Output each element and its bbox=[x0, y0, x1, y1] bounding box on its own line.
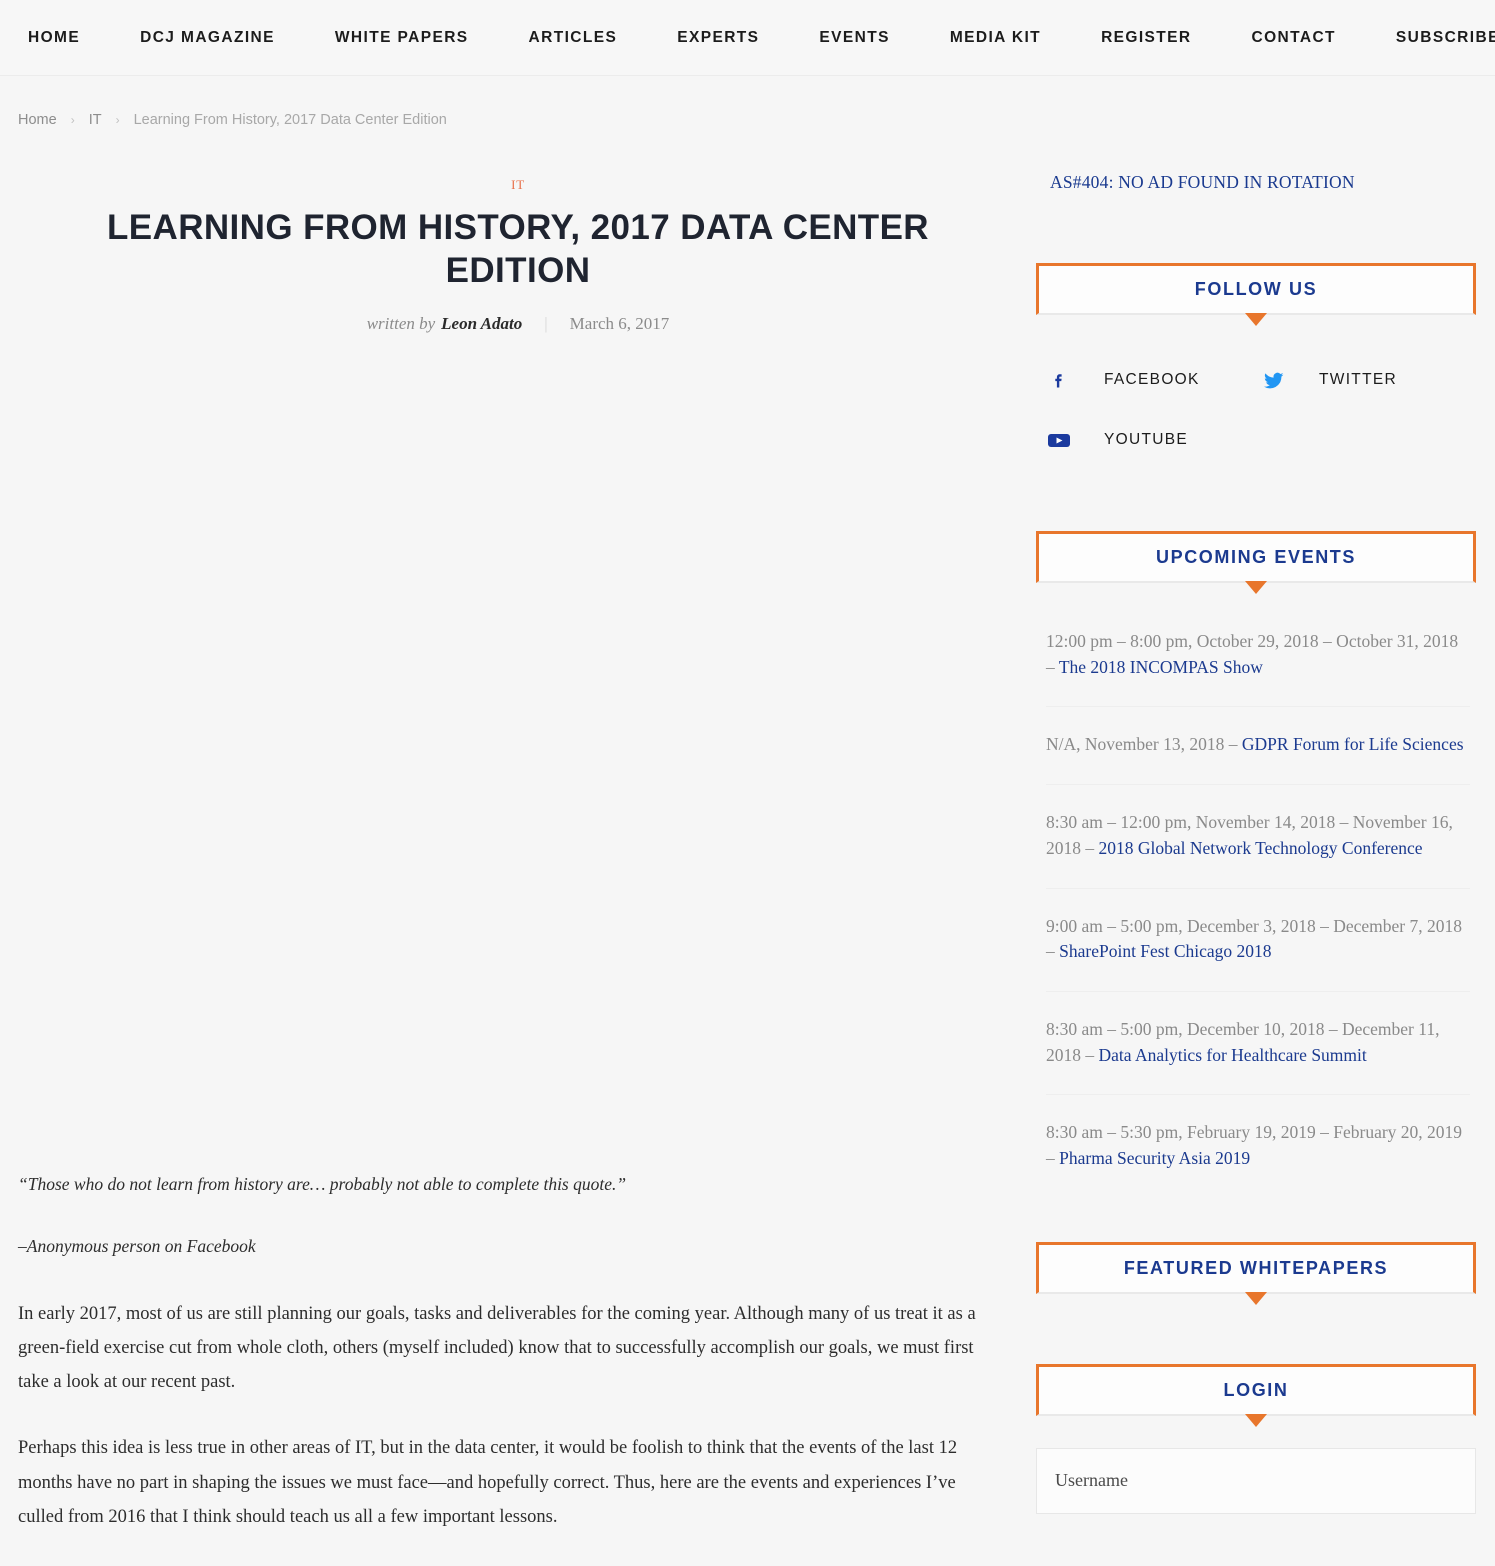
article-pull-quote: “Those who do not learn from history are… bbox=[18, 1174, 627, 1195]
nav-item-experts[interactable]: EXPERTS bbox=[647, 29, 789, 47]
nav-item-media-kit[interactable]: MEDIA KIT bbox=[920, 29, 1071, 47]
widget-title: FEATURED WHITEPAPERS bbox=[1123, 1257, 1389, 1278]
event-title-link[interactable]: Pharma Security Asia 2019 bbox=[1059, 1148, 1250, 1168]
nav-item-subscribe[interactable]: SUBSCRIBE bbox=[1366, 29, 1495, 47]
article-header: IT LEARNING FROM HISTORY, 2017 DATA CENT… bbox=[18, 132, 1018, 334]
social-links-grid: FACEBOOK TWITTER YOUTUBE bbox=[1036, 347, 1476, 487]
list-item: 8:30 am – 12:00 pm, November 14, 2018 – … bbox=[1046, 788, 1470, 889]
byline-divider: | bbox=[544, 314, 548, 334]
widget-arrow-icon bbox=[1245, 313, 1267, 326]
article-category-wrap: IT bbox=[18, 176, 1018, 207]
article-feature-image-area bbox=[18, 334, 1018, 1170]
event-datetime: N/A, November 13, 2018 – bbox=[1046, 734, 1242, 755]
social-link-youtube[interactable]: YOUTUBE bbox=[1046, 427, 1261, 453]
ad-rotation-notice[interactable]: AS#404: NO AD FOUND IN ROTATION bbox=[1036, 172, 1476, 193]
nav-item-events[interactable]: EVENTS bbox=[789, 29, 919, 47]
widget-body bbox=[1036, 1416, 1476, 1514]
byline-written-by-label: written by bbox=[366, 314, 436, 334]
breadcrumb-item-it[interactable]: IT bbox=[89, 112, 102, 128]
widget-body: FACEBOOK TWITTER YOUTUBE bbox=[1036, 315, 1476, 487]
widget-follow-us: FOLLOW US FACEBOOK TWITTER YOUTUBE bbox=[1036, 263, 1476, 487]
breadcrumb-item-home[interactable]: Home bbox=[18, 112, 57, 128]
twitter-icon bbox=[1261, 367, 1287, 393]
page-title: LEARNING FROM HISTORY, 2017 DATA CENTER … bbox=[107, 208, 929, 290]
social-link-facebook[interactable]: FACEBOOK bbox=[1046, 367, 1261, 393]
list-item: 12:00 pm – 8:00 pm, October 29, 2018 – O… bbox=[1046, 629, 1470, 708]
byline-author[interactable]: Leon Adato bbox=[441, 314, 522, 334]
breadcrumb-separator: › bbox=[70, 113, 75, 127]
page-layout: IT LEARNING FROM HISTORY, 2017 DATA CENT… bbox=[0, 132, 1495, 1566]
widget-login: LOGIN bbox=[1036, 1363, 1476, 1514]
article-paragraph: In early 2017, most of us are still plan… bbox=[18, 1303, 976, 1393]
facebook-icon bbox=[1046, 367, 1072, 393]
main-navigation: HOME DCJ MAGAZINE WHITE PAPERS ARTICLES … bbox=[0, 0, 1495, 76]
social-link-twitter[interactable]: TWITTER bbox=[1261, 367, 1476, 393]
article-content: IT LEARNING FROM HISTORY, 2017 DATA CENT… bbox=[18, 132, 1018, 1566]
widget-title: FOLLOW US bbox=[1194, 279, 1318, 299]
widget-upcoming-events: UPCOMING EVENTS 12:00 pm – 8:00 pm, Octo… bbox=[1036, 531, 1476, 1198]
nav-list: HOME DCJ MAGAZINE WHITE PAPERS ARTICLES … bbox=[20, 29, 1495, 47]
event-title-link[interactable]: SharePoint Fest Chicago 2018 bbox=[1059, 941, 1271, 961]
article-category-label[interactable]: IT bbox=[511, 177, 525, 193]
sidebar: AS#404: NO AD FOUND IN ROTATION FOLLOW U… bbox=[1036, 132, 1476, 1558]
event-title-link[interactable]: The 2018 INCOMPAS Show bbox=[1059, 657, 1263, 677]
breadcrumb-separator: › bbox=[115, 113, 120, 127]
breadcrumb-item-current: Learning From History, 2017 Data Center … bbox=[133, 112, 447, 128]
list-item: 8:30 am – 5:30 pm, February 19, 2019 – F… bbox=[1046, 1098, 1470, 1197]
article-quote-attribution: –Anonymous person on Facebook bbox=[18, 1236, 256, 1257]
widget-featured-whitepapers: FEATURED WHITEPAPERS bbox=[1036, 1241, 1476, 1320]
social-link-label: YOUTUBE bbox=[1104, 431, 1189, 448]
event-list: 12:00 pm – 8:00 pm, October 29, 2018 – O… bbox=[1036, 615, 1476, 1198]
event-title-link[interactable]: Data Analytics for Healthcare Summit bbox=[1099, 1045, 1367, 1065]
widget-arrow-icon bbox=[1245, 1413, 1267, 1427]
widget-header: FOLLOW US bbox=[1036, 263, 1476, 326]
widget-arrow-icon bbox=[1245, 1291, 1267, 1305]
widget-header: LOGIN bbox=[1036, 1363, 1476, 1427]
widget-header: UPCOMING EVENTS bbox=[1036, 531, 1476, 594]
nav-item-contact[interactable]: CONTACT bbox=[1222, 29, 1366, 47]
widget-title: LOGIN bbox=[1223, 1379, 1289, 1400]
nav-item-articles[interactable]: ARTICLES bbox=[499, 29, 648, 47]
widget-title: UPCOMING EVENTS bbox=[1155, 547, 1357, 567]
article-byline: written by Leon Adato | March 6, 2017 bbox=[18, 314, 1018, 334]
event-title-link[interactable]: GDPR Forum for Life Sciences bbox=[1242, 734, 1464, 754]
list-item: N/A, November 13, 2018 – GDPR Forum for … bbox=[1046, 710, 1470, 786]
article-body: “Those who do not learn from history are… bbox=[18, 1170, 1018, 1534]
breadcrumb: Home › IT › Learning From History, 2017 … bbox=[0, 76, 1495, 132]
event-title-link[interactable]: 2018 Global Network Technology Conferenc… bbox=[1099, 838, 1423, 858]
widget-body: 12:00 pm – 8:00 pm, October 29, 2018 – O… bbox=[1036, 583, 1476, 1198]
byline-date: March 6, 2017 bbox=[569, 314, 670, 334]
article-paragraph: Perhaps this idea is less true in other … bbox=[18, 1438, 958, 1527]
nav-item-dcj-magazine[interactable]: DCJ MAGAZINE bbox=[110, 29, 305, 47]
list-item: 9:00 am – 5:00 pm, December 3, 2018 – De… bbox=[1046, 892, 1470, 993]
social-link-label: TWITTER bbox=[1319, 371, 1397, 388]
nav-item-register[interactable]: REGISTER bbox=[1071, 29, 1221, 47]
nav-item-white-papers[interactable]: WHITE PAPERS bbox=[305, 29, 499, 47]
widget-header: FEATURED WHITEPAPERS bbox=[1036, 1241, 1476, 1305]
social-link-label: FACEBOOK bbox=[1104, 371, 1200, 388]
list-item: 8:30 am – 5:00 pm, December 10, 2018 – D… bbox=[1046, 995, 1470, 1096]
username-input[interactable] bbox=[1036, 1447, 1476, 1514]
nav-item-home[interactable]: HOME bbox=[20, 29, 110, 47]
youtube-icon bbox=[1046, 427, 1072, 453]
widget-arrow-icon bbox=[1245, 581, 1267, 594]
